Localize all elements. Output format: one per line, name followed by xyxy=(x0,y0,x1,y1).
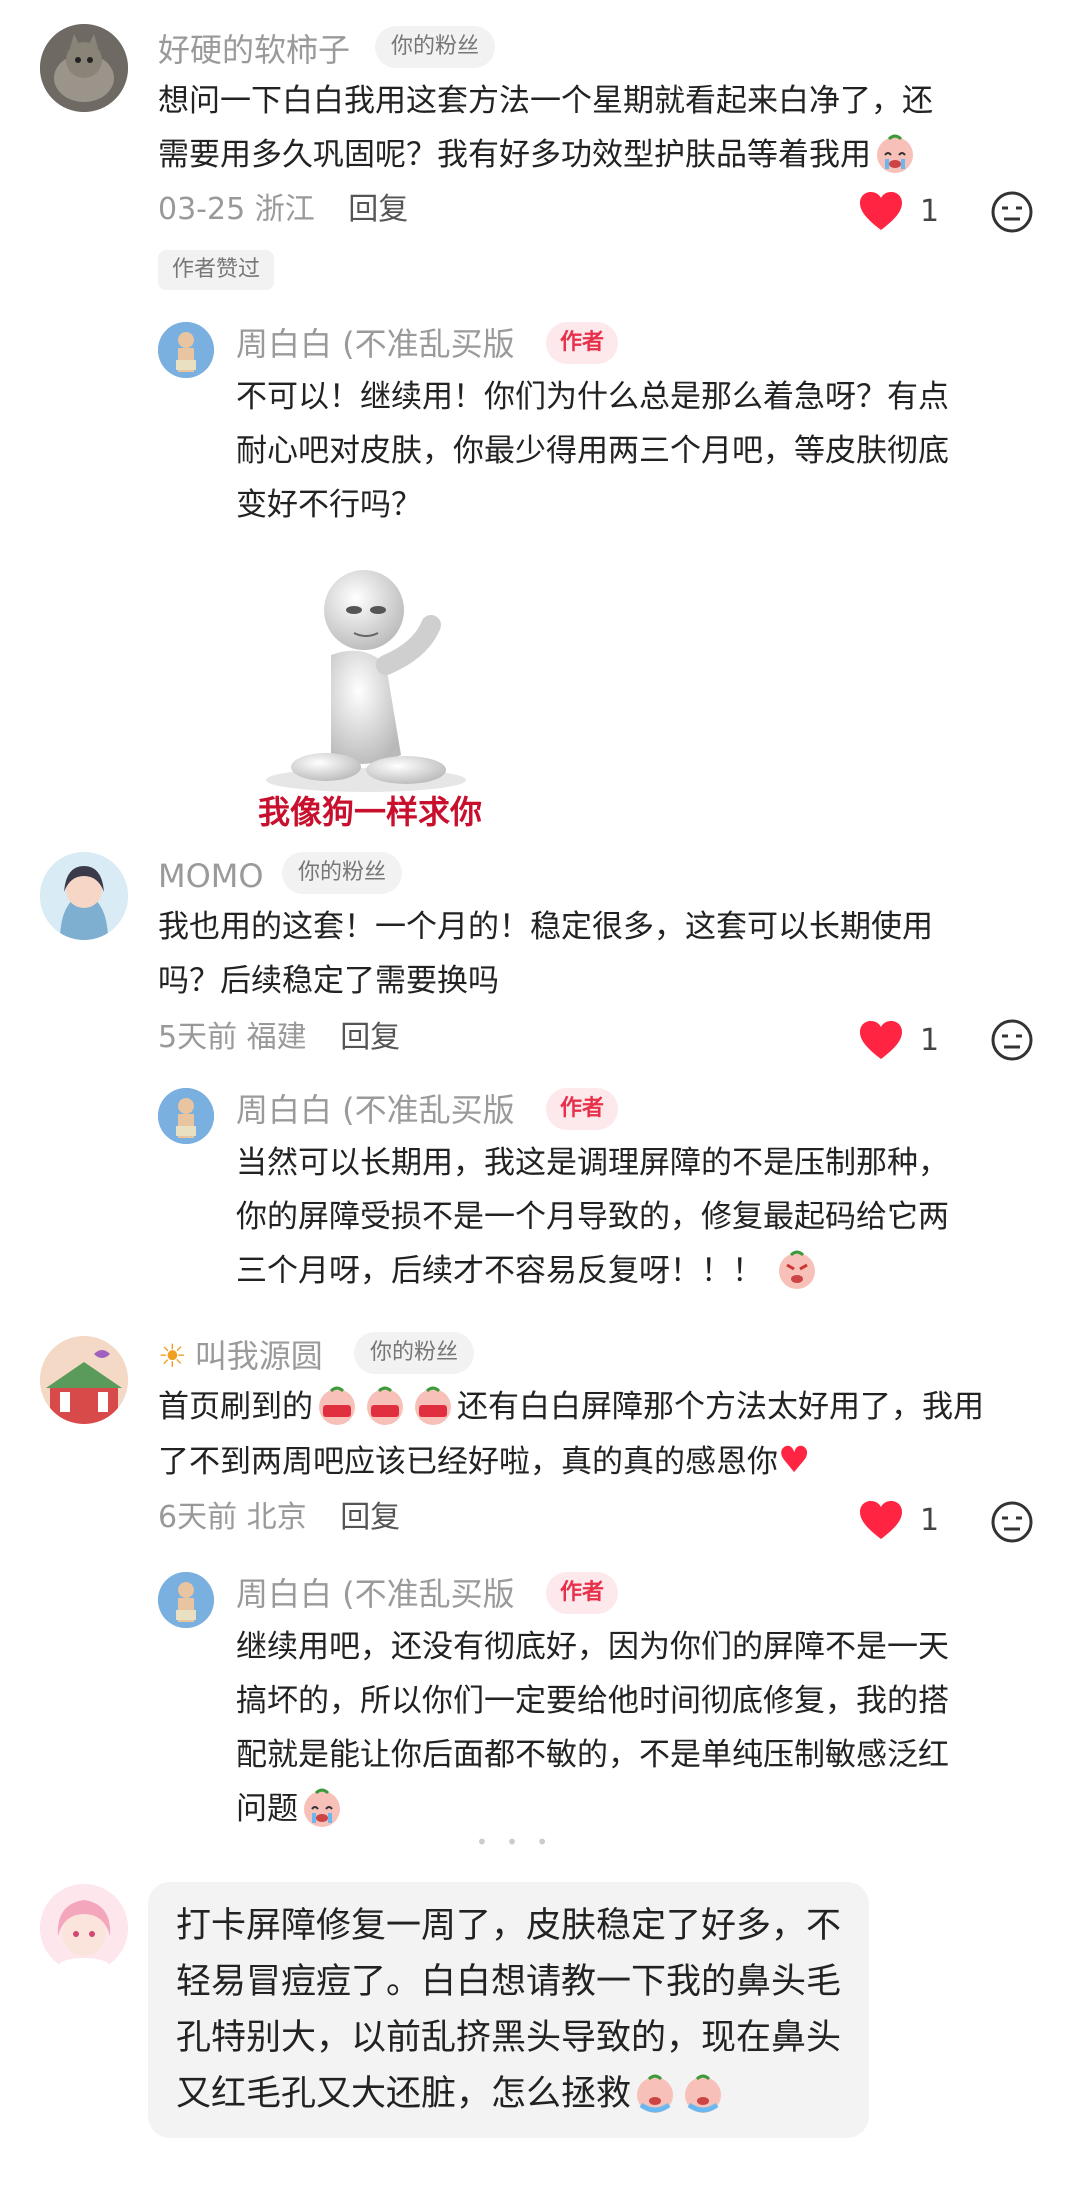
buy-emoji-icon xyxy=(363,1383,407,1427)
avatar[interactable] xyxy=(40,852,128,940)
heart-icon xyxy=(860,1501,902,1539)
reply-text-segment: 三个月呀，后续才不容易反复呀！！！ xyxy=(236,1253,763,1289)
comment-text-segment: 首页刷到的 xyxy=(158,1389,313,1425)
reply-text: 当然可以长期用，我这是调理屏障的不是压制那种， 你的屏障受损不是一个月导致的，修… xyxy=(236,1136,949,1298)
comment-location: 浙江 xyxy=(254,192,315,227)
comment-meta: 5天前 福建 回复 xyxy=(158,1018,400,1058)
crying-emoji-icon xyxy=(681,2071,725,2115)
comment-text-line: 想问一下白白我用这套方法一个星期就看起来白净了，还 xyxy=(158,83,933,119)
author-username[interactable]: 周白白 (不准乱买版 xyxy=(236,1574,515,1614)
author-username[interactable]: 周白白 (不准乱买版 xyxy=(236,1090,515,1130)
comment-text-line: 首页刷到的 还有白白屏障那个方法太好用了，我用 xyxy=(158,1380,984,1434)
like-button[interactable]: 1 xyxy=(858,1018,939,1062)
reply-text-segment: 问题 xyxy=(236,1791,298,1827)
collapsed-indicator: • • • xyxy=(476,1830,555,1854)
sun-icon: ☀ xyxy=(158,1337,187,1375)
reply-button[interactable]: 回复 xyxy=(348,192,408,227)
comment-text: 想问一下白白我用这套方法一个星期就看起来白净了，还 需要用多久巩固呢？我有好多功… xyxy=(158,74,933,182)
reply-button[interactable]: 回复 xyxy=(340,1020,400,1055)
comment-date: 5天前 xyxy=(158,1020,238,1055)
bubble-text-line: 打卡屏障修复一周了，皮肤稳定了好多，不 xyxy=(176,1906,842,1946)
comment-text-line: 需要用多久巩固呢？我有好多功效型护肤品等着我用 xyxy=(158,128,933,182)
username[interactable]: ☀ 叫我源圆 xyxy=(158,1336,323,1376)
avatar[interactable] xyxy=(40,1884,128,1972)
author-badge: 作者 xyxy=(546,1572,619,1614)
begging-sticker[interactable]: 我像狗一样求你 xyxy=(236,555,526,835)
reply-button[interactable]: 回复 xyxy=(340,1500,400,1535)
avatar[interactable] xyxy=(40,1336,128,1424)
reply-text: 不可以！继续用！你们为什么总是那么着急呀？有点 耐心吧对皮肤，你最少得用两三个月… xyxy=(236,370,949,532)
comment-text-segment: 了不到两周吧应该已经好啦，真的真的感恩你 xyxy=(158,1444,778,1480)
comment-bubble[interactable]: 打卡屏障修复一周了，皮肤稳定了好多，不 轻易冒痘痘了。白白想请教一下我的鼻头毛 … xyxy=(148,1882,870,2138)
like-count: 1 xyxy=(920,1502,940,1538)
crying-emoji-icon xyxy=(873,131,917,175)
author-username[interactable]: 周白白 (不准乱买版 xyxy=(236,324,515,364)
reply-text-line: 问题 xyxy=(236,1782,949,1836)
comment-text-segment: 还有白白屏障那个方法太好用了，我用 xyxy=(457,1389,984,1425)
author-avatar[interactable] xyxy=(158,1572,214,1628)
reply-text-line: 当然可以长期用，我这是调理屏障的不是压制那种， xyxy=(236,1145,949,1181)
username[interactable]: 好硬的软柿子 xyxy=(158,30,350,70)
comment-date: 6天前 xyxy=(158,1500,238,1535)
crying-emoji-icon xyxy=(633,2071,677,2115)
comment-location: 北京 xyxy=(246,1500,307,1535)
comment-date: 03-25 xyxy=(158,192,246,227)
crying-emoji-icon xyxy=(300,1785,344,1829)
reply-text-line: 搞坏的，所以你们一定要给他时间彻底修复，我的搭 xyxy=(236,1683,949,1719)
like-button[interactable]: 1 xyxy=(858,189,939,233)
author-liked-badge: 作者赞过 xyxy=(158,250,275,290)
author-avatar[interactable] xyxy=(158,1088,214,1144)
heart-icon xyxy=(860,1021,902,1059)
like-button[interactable]: 1 xyxy=(858,1498,939,1542)
reply-text-line: 配就是能让你后面都不敏的，不是单纯压制敏感泛红 xyxy=(236,1737,949,1773)
heart-emoji-icon: ♥ xyxy=(778,1440,811,1481)
like-count: 1 xyxy=(920,193,940,229)
dislike-button[interactable] xyxy=(990,1018,1034,1062)
reply-text-line: 你的屏障受损不是一个月导致的，修复最起码给它两 xyxy=(236,1199,949,1235)
reply-text-line: 三个月呀，后续才不容易反复呀！！！ xyxy=(236,1244,949,1298)
reply-text-line: 继续用吧，还没有彻底好，因为你们的屏障不是一天 xyxy=(236,1629,949,1665)
reply-text-line: 不可以！继续用！你们为什么总是那么着急呀？有点 xyxy=(236,379,949,415)
comment-thread: 好硬的软柿子 你的粉丝 想问一下白白我用这套方法一个星期就看起来白净了，还 需要… xyxy=(0,0,1080,2189)
dislike-face-icon xyxy=(991,1019,1033,1061)
fan-badge: 你的粉丝 xyxy=(375,26,496,68)
comment-text-line: 我也用的这套！一个月的！稳定很多，这套可以长期使用 xyxy=(158,909,933,945)
bubble-text-line: 轻易冒痘痘了。白白想请教一下我的鼻头毛 xyxy=(176,1962,842,2002)
reply-text-line: 变好不行吗？ xyxy=(236,487,422,523)
like-count: 1 xyxy=(920,1022,940,1058)
bubble-text-line: 孔特别大，以前乱挤黑头导致的，现在鼻头 xyxy=(176,2018,842,2058)
dislike-face-icon xyxy=(991,1501,1033,1543)
author-avatar[interactable] xyxy=(158,322,214,378)
comment-text: 我也用的这套！一个月的！稳定很多，这套可以长期使用 吗？后续稳定了需要换吗 xyxy=(158,900,933,1008)
buy-emoji-icon xyxy=(315,1383,359,1427)
reply-text-line: 耐心吧对皮肤，你最少得用两三个月吧，等皮肤彻底 xyxy=(236,433,949,469)
heart-icon xyxy=(860,192,902,230)
author-badge: 作者 xyxy=(546,322,619,364)
bubble-text-line: 又红毛孔又大还脏，怎么拯救 xyxy=(176,2066,841,2122)
username[interactable]: MOMO xyxy=(158,856,264,896)
fan-badge: 你的粉丝 xyxy=(354,1332,475,1374)
author-badge: 作者 xyxy=(546,1088,619,1130)
dislike-button[interactable] xyxy=(990,190,1034,234)
angry-emoji-icon xyxy=(775,1247,819,1291)
dislike-face-icon xyxy=(991,191,1033,233)
dislike-button[interactable] xyxy=(990,1500,1034,1544)
comment-meta: 03-25 浙江 回复 xyxy=(158,190,408,230)
reply-text: 继续用吧，还没有彻底好，因为你们的屏障不是一天 搞坏的，所以你们一定要给他时间彻… xyxy=(236,1620,949,1836)
comment-meta: 6天前 北京 回复 xyxy=(158,1498,400,1538)
fan-badge: 你的粉丝 xyxy=(282,852,403,894)
sticker-caption: 我像狗一样求你 xyxy=(258,793,483,831)
comment-text-segment: 需要用多久巩固呢？我有好多功效型护肤品等着我用 xyxy=(158,137,871,173)
comment-text-line: 吗？后续稳定了需要换吗 xyxy=(158,963,499,999)
comment-text: 首页刷到的 还有白白屏障那个方法太好用了，我用 了不到两周吧应该已经好啦，真的真的… xyxy=(158,1380,984,1489)
comment-location: 福建 xyxy=(246,1020,307,1055)
bubble-text-segment: 又红毛孔又大还脏，怎么拯救 xyxy=(176,2074,632,2114)
avatar[interactable] xyxy=(40,24,128,112)
comment-text-line: 了不到两周吧应该已经好啦，真的真的感恩你♥ xyxy=(158,1434,984,1489)
username-text: 叫我源圆 xyxy=(194,1337,323,1375)
buy-emoji-icon xyxy=(411,1383,455,1427)
